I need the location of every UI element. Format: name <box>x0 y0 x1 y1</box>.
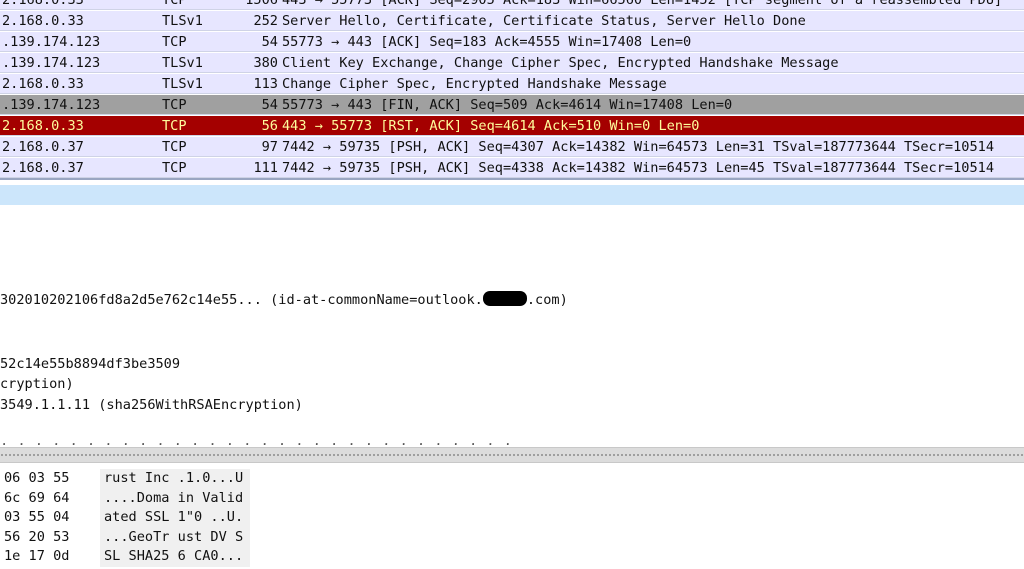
packet-source: .139.174.123 <box>2 34 101 50</box>
packet-info: 443 → 55773 [ACK] Seq=2905 Ack=183 Win=6… <box>282 0 1003 8</box>
bytes-hex-line[interactable]: 6c 69 64 <box>0 489 90 509</box>
packet-protocol: TCP <box>162 139 187 155</box>
packet-row[interactable]: 2.168.0.33 TLSv1 113 Change Cipher Spec, En… <box>0 74 1024 94</box>
detail-line-algorithm[interactable]: 3549.1.1.11 (sha256WithRSAEncryption) <box>0 396 303 414</box>
packet-protocol: TCP <box>162 97 187 113</box>
packet-row[interactable]: .139.174.123 TLSv1 380 Client Key Exchange,… <box>0 53 1024 73</box>
packet-source: 2.168.0.37 <box>2 160 84 176</box>
bytes-ascii-column: rust Inc .1.0...U ....Doma in Valid ated S… <box>100 469 250 567</box>
packet-row[interactable]: 2.168.0.33 TLSv1 252 Server Hello, Certific… <box>0 11 1024 31</box>
detail-line-common-name[interactable]: 302010202106fd8a2d5e762c14e55... (id-at-… <box>0 291 568 309</box>
packet-protocol: TCP <box>162 0 187 8</box>
packet-details-pane[interactable]: 302010202106fd8a2d5e762c14e55... (id-at-… <box>0 205 1024 445</box>
packet-length: 252 <box>253 13 278 29</box>
detail-common-name-suffix: .com) <box>526 292 568 308</box>
packet-info: 7442 → 59735 [PSH, ACK] Seq=4338 Ack=143… <box>282 160 995 176</box>
bytes-hex-line[interactable]: 56 20 53 <box>0 528 90 548</box>
packet-row[interactable]: 2.168.0.33 TCP 56 443 → 55773 [RST, ACK] Se… <box>0 116 1024 136</box>
packet-protocol: TCP <box>162 34 187 50</box>
packet-info: 55773 → 443 [FIN, ACK] Seq=509 Ack=4614 … <box>282 97 733 113</box>
packet-info: Server Hello, Certificate, Certificate S… <box>282 13 806 29</box>
splitter-grip-icon <box>0 453 1024 457</box>
packet-length: 1506 <box>245 0 278 8</box>
packet-info: 443 → 55773 [RST, ACK] Seq=4614 Ack=510 … <box>282 118 700 134</box>
packet-protocol: TLSv1 <box>162 76 203 92</box>
redaction-mark <box>482 291 527 306</box>
packet-protocol: TCP <box>162 118 187 134</box>
bytes-hex-line[interactable]: 03 55 04 <box>0 508 90 528</box>
packet-protocol: TCP <box>162 160 187 176</box>
detail-common-name-prefix: 302010202106fd8a2d5e762c14e55... (id-at-… <box>0 292 483 308</box>
packet-length: 54 <box>261 97 278 113</box>
packet-source: .139.174.123 <box>2 97 101 113</box>
packet-source: .139.174.123 <box>2 55 101 71</box>
packet-info: 7442 → 59735 [PSH, ACK] Seq=4307 Ack=143… <box>282 139 995 155</box>
packet-list[interactable]: 2.168.0.33 TCP 1506 443 → 55773 [ACK] Seq=2… <box>0 0 1024 178</box>
packet-protocol: TLSv1 <box>162 55 203 71</box>
pane-splitter[interactable] <box>0 447 1024 463</box>
packet-row[interactable]: .139.174.123 TCP 54 55773 → 443 [FIN, ACK] … <box>0 95 1024 115</box>
packet-list-divider <box>0 178 1024 180</box>
bytes-ascii-line[interactable]: rust Inc .1.0...U <box>100 469 250 489</box>
packet-length: 111 <box>253 160 278 176</box>
packet-row[interactable]: 2.168.0.33 TCP 1506 443 → 55773 [ACK] Seq=2… <box>0 0 1024 10</box>
packet-source: 2.168.0.33 <box>2 118 84 134</box>
packet-info: Change Cipher Spec, Encrypted Handshake … <box>282 76 667 92</box>
packet-length: 54 <box>261 34 278 50</box>
packet-info: 55773 → 443 [ACK] Seq=183 Ack=4555 Win=1… <box>282 34 692 50</box>
packet-length: 56 <box>261 118 278 134</box>
detail-line-encryption[interactable]: cryption) <box>0 375 74 393</box>
detail-line-clipped: , , , , , , , , , , , , , , , , , , , , … <box>0 437 513 445</box>
bytes-hex-line[interactable]: 1e 17 0d <box>0 547 90 567</box>
packet-source: 2.168.0.33 <box>2 0 84 8</box>
packet-source: 2.168.0.37 <box>2 139 84 155</box>
packet-list-scroll-area[interactable] <box>0 185 1024 205</box>
packet-source: 2.168.0.33 <box>2 13 84 29</box>
packet-source: 2.168.0.33 <box>2 76 84 92</box>
bytes-hex-column: 06 03 55 6c 69 64 03 55 04 56 20 53 1e 17 0d <box>0 469 90 567</box>
packet-row[interactable]: .139.174.123 TCP 54 55773 → 443 [ACK] Seq=1… <box>0 32 1024 52</box>
packet-protocol: TLSv1 <box>162 13 203 29</box>
packet-length: 97 <box>261 139 278 155</box>
packet-info: Client Key Exchange, Change Cipher Spec,… <box>282 55 839 71</box>
bytes-ascii-line[interactable]: ....Doma in Valid <box>100 489 250 509</box>
packet-row[interactable]: 2.168.0.37 TCP 111 7442 → 59735 [PSH, ACK] … <box>0 158 1024 178</box>
detail-line-serial[interactable]: 52c14e55b8894df3be3509 <box>0 355 180 373</box>
packet-row[interactable]: 2.168.0.37 TCP 97 7442 → 59735 [PSH, ACK] S… <box>0 137 1024 157</box>
bytes-ascii-line[interactable]: SL SHA25 6 CA0... <box>100 547 250 567</box>
bytes-ascii-line[interactable]: ...GeoTr ust DV S <box>100 528 250 548</box>
packet-bytes-pane[interactable]: 06 03 55 6c 69 64 03 55 04 56 20 53 1e 17 0d… <box>0 463 1024 569</box>
bytes-ascii-line[interactable]: ated SSL 1"0 ..U. <box>100 508 250 528</box>
bytes-hex-line[interactable]: 06 03 55 <box>0 469 90 489</box>
packet-length: 380 <box>253 55 278 71</box>
packet-length: 113 <box>253 76 278 92</box>
